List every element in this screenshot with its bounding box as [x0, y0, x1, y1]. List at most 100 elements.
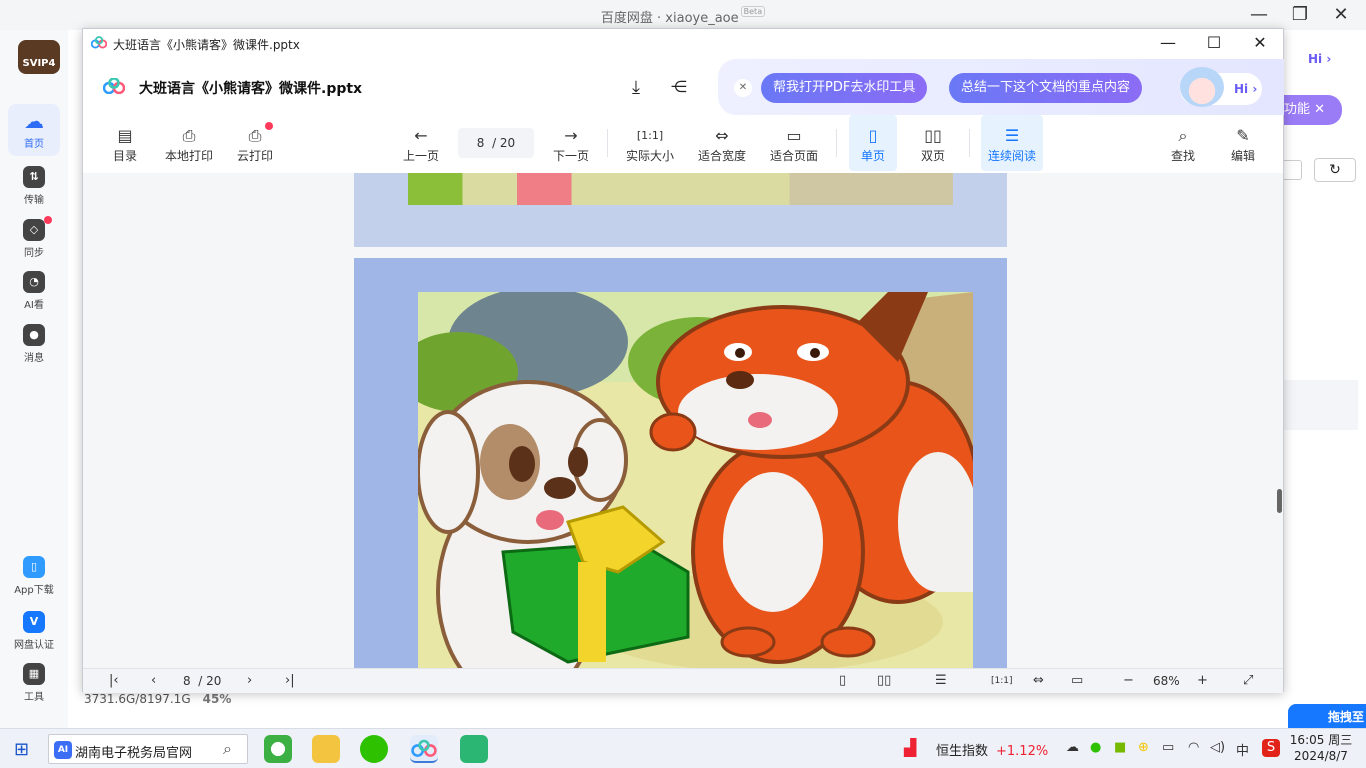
double-page-button[interactable]: ▯▯ 双页 — [909, 115, 957, 171]
continuous-read-button[interactable]: ☰ 连续阅读 — [981, 115, 1043, 171]
edit-button[interactable]: ✎ 编辑 — [1223, 115, 1263, 171]
bg-minimize-button[interactable]: — — [1248, 4, 1270, 26]
sidebar-item-tools[interactable]: ▦ 工具 — [8, 663, 60, 703]
sidebar-item-message[interactable]: ● 消息 — [8, 324, 60, 364]
remote-app-icon[interactable] — [460, 735, 488, 763]
bg-hi-button[interactable]: Hi › — [1300, 48, 1340, 70]
dog-and-fox-illustration — [418, 292, 973, 668]
double-page-icon[interactable]: ▯▯ — [877, 672, 891, 690]
ai-chip-summarize[interactable]: 总结一下这个文档的重点内容 — [949, 73, 1143, 103]
browser-app-icon[interactable] — [264, 735, 292, 763]
bottom-page-indicator[interactable]: 8 / 20 — [183, 672, 221, 690]
windows-taskbar: ⊞ AI 湖南电子税务局官网 ⌕ ▟ 恒生指数 +1.12% ☁ ● ■ ⊕ ▭ … — [0, 728, 1366, 768]
sidebar-item-verify[interactable]: V 网盘认证 — [8, 611, 60, 651]
first-page-icon[interactable]: |‹ — [109, 672, 119, 690]
zoom-in-icon[interactable]: + — [1197, 672, 1208, 690]
baidu-netdisk-logo-icon — [91, 36, 107, 49]
plus-tray-icon[interactable]: ⊕ — [1138, 740, 1149, 755]
zoom-level: 68% — [1153, 674, 1180, 688]
chevron-right-icon[interactable]: › — [247, 672, 252, 690]
continuous-read-icon[interactable]: ☰ — [935, 672, 947, 690]
bg-grid-view-icon[interactable] — [1282, 160, 1302, 180]
page-number-input[interactable]: 8 / 20 — [458, 128, 534, 158]
stock-chart-icon: ▟ — [904, 738, 917, 757]
cloud-print-dot — [265, 122, 273, 130]
vertical-scrollbar-thumb[interactable] — [1277, 489, 1282, 513]
single-page-icon: ▯ — [868, 126, 878, 145]
ai-search-icon: AI — [54, 741, 72, 759]
wechat-tray-icon[interactable]: ● — [1090, 740, 1101, 755]
bg-maximize-button[interactable]: ❐ — [1289, 4, 1311, 26]
fit-width-icon[interactable]: ⇔ — [1033, 672, 1044, 690]
svip-avatar[interactable]: SVIP4 — [18, 40, 60, 74]
fit-page-icon[interactable]: ▭ — [1071, 672, 1083, 690]
printer-icon: ⎙ — [182, 126, 196, 145]
local-print-button[interactable]: ⎙ 本地打印 — [161, 115, 217, 171]
background-titlebar: 百度网盘 · xiaoye_aoe Beta — ❐ ✕ — [0, 0, 1366, 30]
nvidia-tray-icon[interactable]: ■ — [1114, 740, 1126, 755]
prev-page-button[interactable]: ← 上一页 — [399, 115, 443, 171]
viewer-bottom-bar: |‹ ‹ 8 / 20 › ›| ▯ ▯▯ ☰ [1:1] ⇔ ▭ − 68% … — [83, 668, 1283, 693]
sync-notification-dot — [44, 216, 52, 224]
bg-refresh-icon[interactable]: ↻ — [1314, 158, 1356, 182]
message-icon: ● — [23, 324, 45, 346]
find-button[interactable]: ⌕ 查找 — [1163, 115, 1203, 171]
bg-close-button[interactable]: ✕ — [1330, 4, 1352, 26]
last-page-icon[interactable]: ›| — [285, 672, 295, 690]
next-page-button[interactable]: → 下一页 — [549, 115, 593, 171]
baidu-netdisk-taskbar-icon[interactable] — [410, 735, 438, 763]
actual-size-button[interactable]: [1:1] 实际大小 — [621, 115, 679, 171]
windows-start-icon[interactable]: ⊞ — [14, 739, 29, 760]
toc-button[interactable]: ▤ 目录 — [105, 115, 145, 171]
bg-feature-button[interactable]: 功能 ✕ — [1282, 95, 1342, 125]
fit-width-icon: ⇔ — [715, 126, 729, 145]
cloud-icon: ☁ — [24, 109, 44, 133]
wechat-icon[interactable] — [360, 735, 388, 763]
file-explorer-icon[interactable] — [312, 735, 340, 763]
single-page-button[interactable]: ▯ 单页 — [849, 115, 897, 171]
chevron-left-icon[interactable]: ‹ — [151, 672, 156, 690]
download-icon[interactable]: ⤓ — [632, 77, 640, 98]
fullscreen-icon[interactable]: ⤢ — [1243, 672, 1253, 690]
stock-widget[interactable]: 恒生指数 +1.12% — [936, 740, 1048, 759]
ai-look-icon: ◔ — [23, 271, 45, 293]
ai-chip-pdf-watermark[interactable]: 帮我打开PDF去水印工具 — [761, 73, 928, 103]
drag-upload-button[interactable]: 拖拽至 — [1288, 704, 1366, 730]
document-canvas[interactable] — [83, 173, 1283, 668]
volume-icon[interactable]: ◁) — [1210, 740, 1225, 755]
wifi-icon[interactable]: ◠ — [1188, 740, 1199, 755]
sidebar-item-transfer[interactable]: ⇅ 传输 — [8, 166, 60, 206]
viewer-close-button[interactable]: ✕ — [1245, 32, 1275, 54]
sidebar-item-ai-look[interactable]: ◔ AI看 — [8, 271, 60, 311]
search-icon: ⌕ — [223, 739, 232, 758]
actual-size-icon: [1:1] — [636, 129, 664, 142]
sidebar-item-app-download[interactable]: ▯ App下载 — [8, 556, 60, 596]
fit-width-button[interactable]: ⇔ 适合宽度 — [693, 115, 751, 171]
viewer-window-title: 大班语言《小熊请客》微课件.pptx — [113, 38, 300, 52]
sidebar-item-sync[interactable]: ◇ 同步 — [8, 219, 60, 259]
sidebar-item-home[interactable]: ☁ 首页 — [8, 104, 60, 156]
taskbar-search-text: 湖南电子税务局官网 — [75, 746, 193, 761]
sogou-ime-icon[interactable]: S — [1262, 739, 1280, 757]
ime-indicator[interactable]: 中 — [1236, 740, 1249, 759]
battery-icon[interactable]: ▭ — [1162, 740, 1174, 755]
toolbar-divider — [969, 129, 970, 157]
document-title: 大班语言《小熊请客》微课件.pptx — [139, 81, 363, 97]
slide-illustration — [408, 173, 953, 205]
single-page-icon[interactable]: ▯ — [839, 672, 846, 690]
arrow-right-circle-icon: → — [564, 126, 578, 145]
fit-page-button[interactable]: ▭ 适合页面 — [765, 115, 823, 171]
netdisk-tray-icon[interactable]: ☁ — [1066, 740, 1079, 755]
ai-bar-close-button[interactable]: ✕ — [734, 79, 752, 97]
system-clock[interactable]: 16:05 周三 2024/8/7 — [1286, 732, 1356, 764]
actual-size-icon[interactable]: [1:1] — [991, 672, 1013, 690]
zoom-out-icon[interactable]: − — [1123, 672, 1134, 690]
viewer-minimize-button[interactable]: — — [1153, 32, 1183, 54]
share-icon[interactable]: ⋲ — [671, 77, 687, 96]
ai-hi-button[interactable]: Hi › — [1180, 67, 1262, 107]
slide-page-8 — [354, 258, 1007, 668]
sync-icon: ◇ — [23, 219, 45, 241]
viewer-maximize-button[interactable]: ☐ — [1199, 32, 1229, 54]
phone-icon: ▯ — [23, 556, 45, 578]
taskbar-search-box[interactable]: AI 湖南电子税务局官网 ⌕ — [48, 734, 248, 764]
